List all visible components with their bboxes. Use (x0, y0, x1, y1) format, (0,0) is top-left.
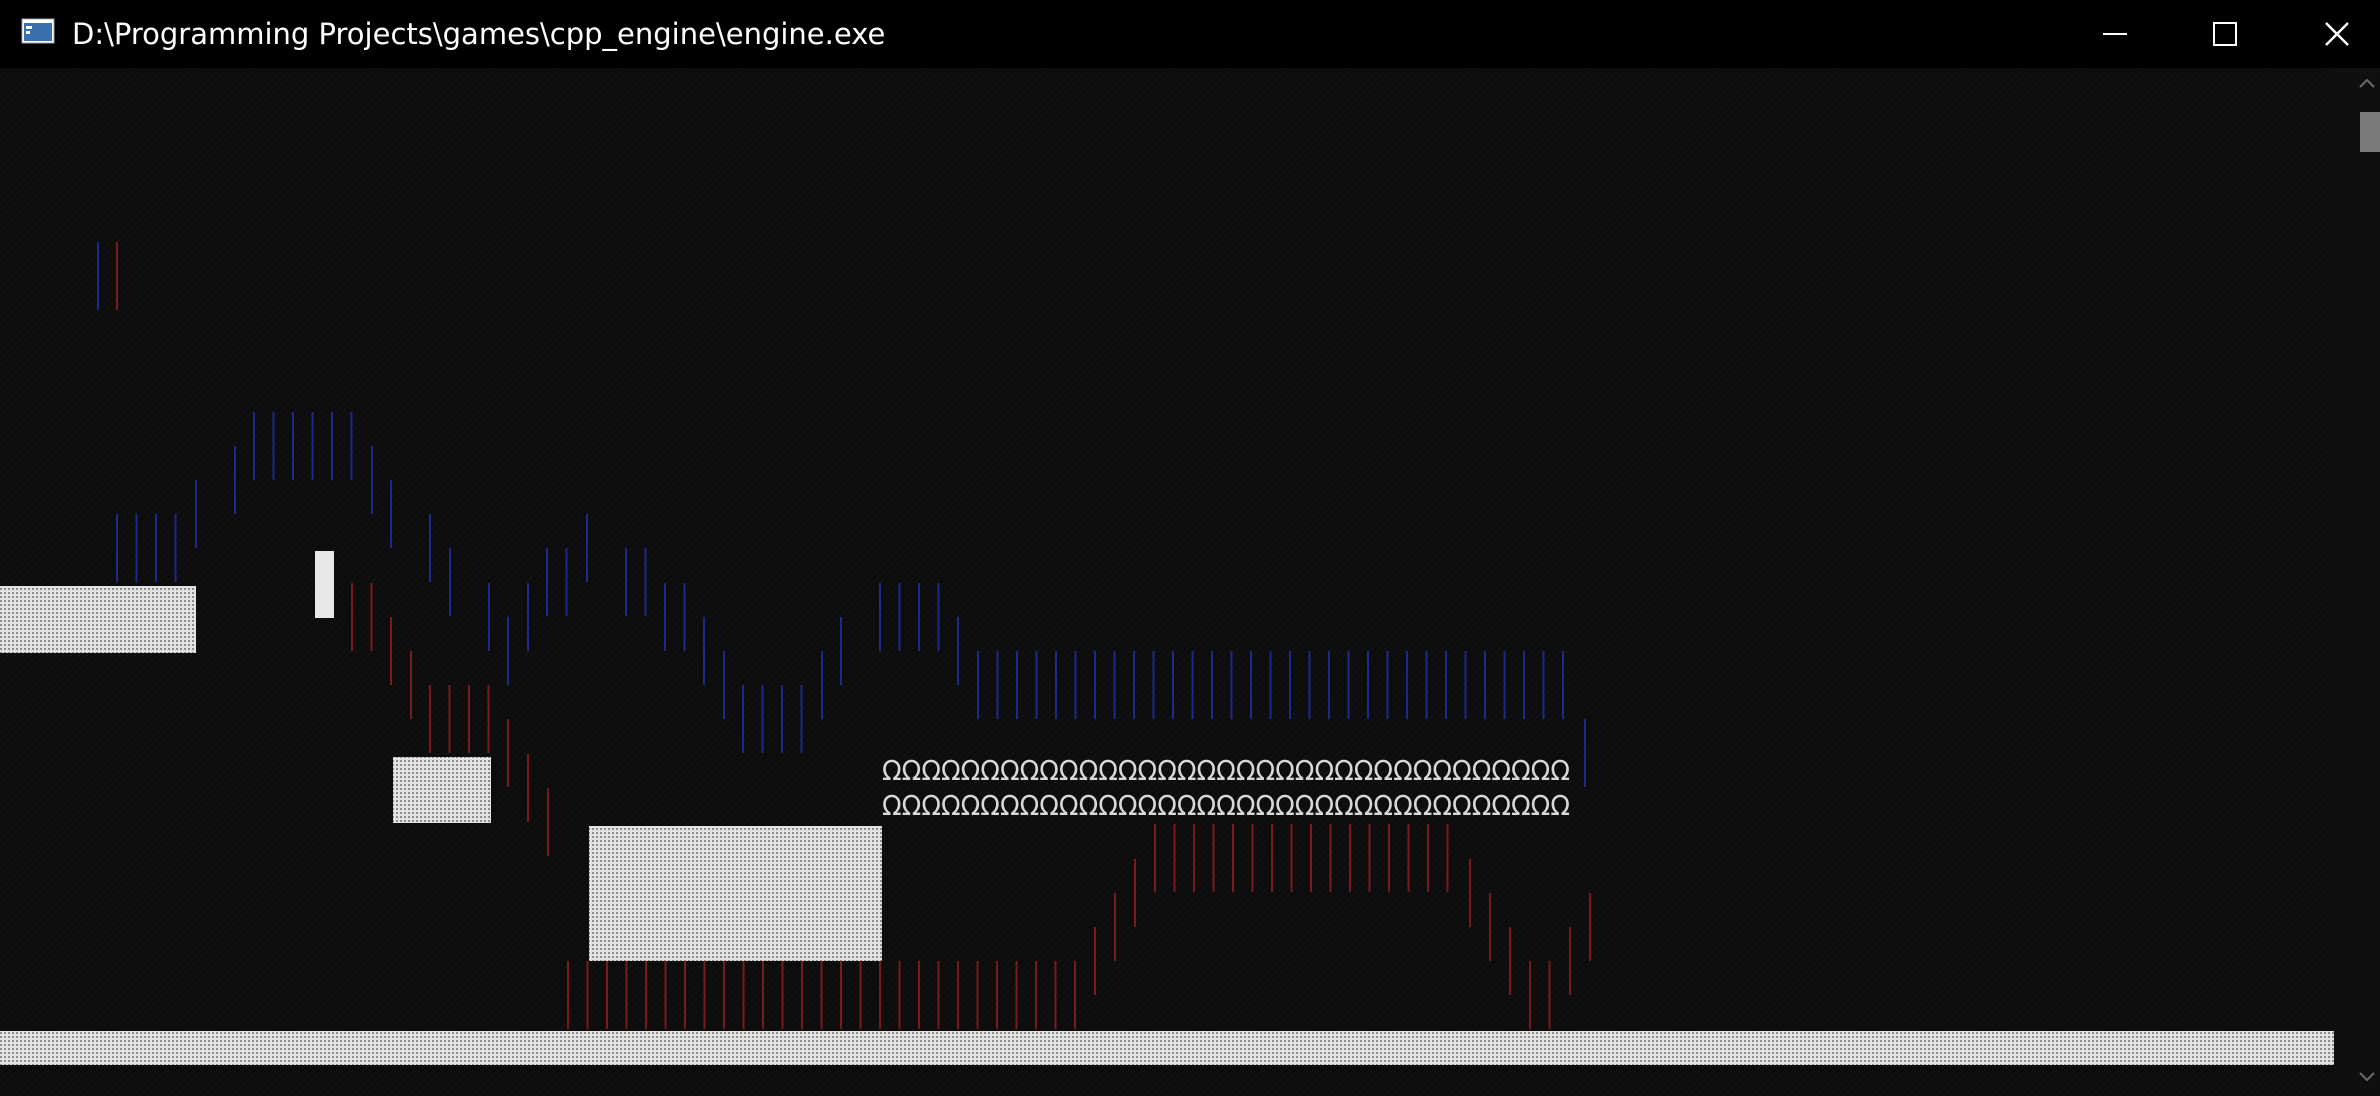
blue-trail (97, 242, 1586, 787)
platform-small-block (393, 757, 491, 823)
scroll-thumb[interactable] (2360, 112, 2380, 152)
chevron-up-icon[interactable] (2358, 76, 2376, 90)
game-scene: ΩΩΩΩΩΩΩΩΩΩΩΩΩΩΩΩΩΩΩΩΩΩΩΩΩΩΩΩΩΩΩΩΩΩΩ ΩΩΩΩ… (0, 242, 2334, 1065)
console-viewport: ΩΩΩΩΩΩΩΩΩΩΩΩΩΩΩΩΩΩΩΩΩΩΩΩΩΩΩΩΩΩΩΩΩΩΩ ΩΩΩΩ… (0, 68, 2334, 1096)
maximize-icon (2212, 22, 2237, 46)
minimize-icon (2102, 33, 2127, 35)
platform-left-ledge (0, 586, 196, 653)
omega-row-2: ΩΩΩΩΩΩΩΩΩΩΩΩΩΩΩΩΩΩΩΩΩΩΩΩΩΩΩΩΩΩΩΩΩΩΩ (882, 789, 1570, 822)
chevron-down-icon[interactable] (2358, 1070, 2376, 1084)
platforms (0, 586, 2334, 1065)
minimize-button[interactable] (2062, 0, 2167, 68)
vertical-scrollbar[interactable] (2334, 68, 2380, 1096)
omega-row-1: ΩΩΩΩΩΩΩΩΩΩΩΩΩΩΩΩΩΩΩΩΩΩΩΩΩΩΩΩΩΩΩΩΩΩΩ (882, 754, 1570, 787)
ground-floor (0, 1031, 2334, 1065)
window-title: D:\Programming Projects\games\cpp_engine… (72, 17, 886, 51)
close-button[interactable] (2284, 0, 2380, 68)
title-bar[interactable]: D:\Programming Projects\games\cpp_engine… (0, 0, 2380, 68)
player-character (315, 551, 334, 618)
console-app-icon (21, 18, 55, 44)
close-icon (2324, 22, 2349, 46)
platform-large-block (589, 826, 882, 961)
maximize-button[interactable] (2172, 0, 2277, 68)
